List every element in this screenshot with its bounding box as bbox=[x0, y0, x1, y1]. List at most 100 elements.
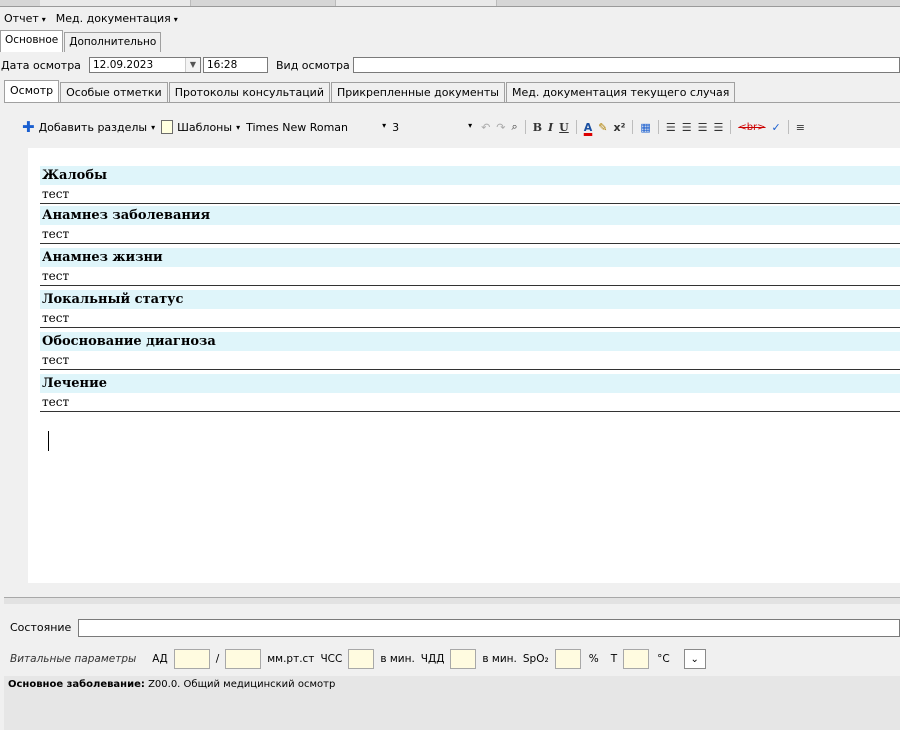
italic-icon[interactable]: I bbox=[548, 121, 553, 134]
rr-input[interactable] bbox=[450, 649, 477, 669]
font-size-value: 3 bbox=[392, 120, 400, 134]
exam-date-value: 12.09.2023 bbox=[93, 59, 154, 71]
chevron-down-icon: ▾ bbox=[173, 14, 178, 24]
tab-attached-docs[interactable]: Прикрепленные документы bbox=[330, 82, 505, 102]
hr-input[interactable] bbox=[348, 649, 375, 669]
add-sections-button[interactable]: ✚ Добавить разделы ▾ bbox=[22, 118, 155, 136]
editor-toolbar: ✚ Добавить разделы ▾ Шаблоны ▾ Times New… bbox=[22, 117, 900, 137]
rr-label: ЧДД bbox=[420, 653, 445, 665]
hr-label: ЧСС bbox=[320, 653, 343, 665]
font-family-value: Times New Roman bbox=[246, 120, 349, 134]
diagnosis-area: Основное заболевание: Z00.0. Общий медиц… bbox=[4, 676, 900, 730]
menu-med-docs-label: Мед. документация bbox=[55, 11, 171, 25]
main-tabs: Основное Дополнительно bbox=[0, 30, 162, 52]
pressure-unit: мм.рт.ст bbox=[267, 653, 315, 665]
toolbar-separator bbox=[730, 120, 732, 134]
align-center-icon[interactable]: ☰ bbox=[682, 121, 692, 134]
ad-slash: / bbox=[215, 653, 220, 665]
temp-unit: °С bbox=[657, 653, 670, 665]
section-text[interactable]: тест bbox=[40, 393, 900, 412]
image-icon[interactable]: ▦ bbox=[640, 121, 650, 134]
main-diagnosis-value: Z00.0. Общий медицинский осмотр bbox=[148, 679, 336, 690]
window-top-strip bbox=[0, 0, 900, 7]
strike-tag-icon[interactable]: <br> bbox=[738, 122, 765, 133]
bold-icon[interactable]: B bbox=[533, 121, 542, 134]
exam-time-field[interactable]: 16:28 bbox=[203, 57, 268, 73]
exam-time-value: 16:28 bbox=[207, 59, 238, 71]
document-tabs: Осмотр Особые отметки Протоколы консульт… bbox=[4, 80, 736, 102]
template-icon bbox=[161, 120, 174, 134]
exam-header-row: Дата осмотра 12.09.2023 ▼ 16:28 Вид осмо… bbox=[0, 56, 900, 76]
state-label: Состояние bbox=[10, 621, 72, 634]
toolbar-separator bbox=[657, 120, 659, 134]
exam-date-field[interactable]: 12.09.2023 ▼ bbox=[89, 57, 201, 73]
menu-med-docs[interactable]: Мед. документация ▾ bbox=[52, 12, 184, 25]
align-left-icon[interactable]: ☰ bbox=[666, 121, 676, 134]
tab-consult-protocols[interactable]: Протоколы консультаций bbox=[168, 82, 330, 102]
tab-exam[interactable]: Осмотр bbox=[4, 80, 60, 102]
rr-unit: в мин. bbox=[482, 653, 517, 665]
section-text[interactable]: тест bbox=[40, 351, 900, 370]
tab-main[interactable]: Основное bbox=[0, 30, 64, 52]
tab-current-case-docs[interactable]: Мед. документация текущего случая bbox=[505, 82, 736, 102]
list-icon[interactable]: ≡ bbox=[796, 121, 805, 134]
font-color-icon[interactable]: A bbox=[584, 121, 593, 134]
expand-vitals-button[interactable]: ⌄ bbox=[683, 649, 706, 669]
section-text[interactable]: тест bbox=[40, 267, 900, 286]
hr-unit: в мин. bbox=[380, 653, 415, 665]
tab-additional[interactable]: Дополнительно bbox=[64, 32, 162, 52]
add-sections-label: Добавить разделы bbox=[38, 120, 148, 134]
chevron-down-icon: ▾ bbox=[41, 14, 46, 24]
tab-special-notes[interactable]: Особые отметки bbox=[60, 82, 168, 102]
chevron-down-icon: ▾ bbox=[236, 122, 241, 132]
toolbar-separator bbox=[575, 120, 577, 134]
highlight-icon[interactable]: ✎ bbox=[598, 121, 607, 134]
section-text[interactable]: тест bbox=[40, 185, 900, 204]
document-editor[interactable]: Жалобы тест Анамнез заболевания тест Ана… bbox=[28, 148, 900, 583]
section-title: Жалобы bbox=[40, 166, 900, 185]
chevron-down-icon[interactable]: ▼ bbox=[185, 58, 200, 72]
templates-button[interactable]: Шаблоны ▾ bbox=[161, 120, 240, 134]
exam-type-label: Вид осмотра bbox=[276, 59, 350, 72]
section-text[interactable]: тест bbox=[40, 309, 900, 328]
text-cursor bbox=[48, 431, 49, 451]
spellcheck-icon[interactable]: ✓ bbox=[772, 121, 781, 134]
chevron-down-icon: ▾ bbox=[382, 120, 387, 130]
section-title: Анамнез заболевания bbox=[40, 206, 900, 225]
section-title: Анамнез жизни bbox=[40, 248, 900, 267]
state-input[interactable] bbox=[78, 619, 900, 637]
undo-icon[interactable]: ↶ bbox=[481, 121, 490, 134]
superscript-icon[interactable]: x² bbox=[613, 121, 625, 134]
font-family-select[interactable]: Times New Roman ▾ bbox=[246, 121, 386, 134]
exam-type-field[interactable] bbox=[353, 57, 900, 73]
section-title: Обоснование диагноза bbox=[40, 332, 900, 351]
underline-icon[interactable]: U bbox=[559, 121, 569, 134]
section-title: Локальный статус bbox=[40, 290, 900, 309]
main-diagnosis-label: Основное заболевание: bbox=[8, 679, 145, 690]
exam-date-label: Дата осмотра bbox=[1, 59, 81, 72]
redo-icon[interactable]: ↷ bbox=[496, 121, 505, 134]
ad-diastolic-input[interactable] bbox=[225, 649, 262, 669]
chevron-down-icon: ▾ bbox=[468, 120, 473, 130]
spo2-unit: % bbox=[588, 653, 599, 665]
window-tab-b[interactable] bbox=[335, 0, 497, 6]
find-icon[interactable]: ⌕ bbox=[512, 120, 518, 134]
window-tab-a[interactable] bbox=[40, 0, 191, 6]
ad-systolic-input[interactable] bbox=[173, 649, 210, 669]
main-diagnosis: Основное заболевание: Z00.0. Общий медиц… bbox=[8, 679, 335, 690]
justify-icon[interactable]: ☰ bbox=[713, 121, 723, 134]
spo2-input[interactable] bbox=[554, 649, 581, 669]
menu-report[interactable]: Отчет ▾ bbox=[0, 12, 52, 25]
align-right-icon[interactable]: ☰ bbox=[698, 121, 708, 134]
temp-label: Т bbox=[610, 653, 618, 665]
temp-input[interactable] bbox=[623, 649, 650, 669]
menu-report-label: Отчет bbox=[4, 11, 39, 25]
chevron-down-icon: ⌄ bbox=[690, 653, 699, 665]
font-size-select[interactable]: 3 ▾ bbox=[392, 121, 472, 134]
toolbar-separator bbox=[787, 120, 789, 134]
vitals-label: Витальные параметры bbox=[10, 653, 137, 665]
plus-icon: ✚ bbox=[22, 118, 35, 136]
editor-panel: ✚ Добавить разделы ▾ Шаблоны ▾ Times New… bbox=[4, 102, 900, 597]
vitals-row: Витальные параметры АД / мм.рт.ст ЧСС в … bbox=[10, 648, 900, 670]
section-text[interactable]: тест bbox=[40, 225, 900, 244]
